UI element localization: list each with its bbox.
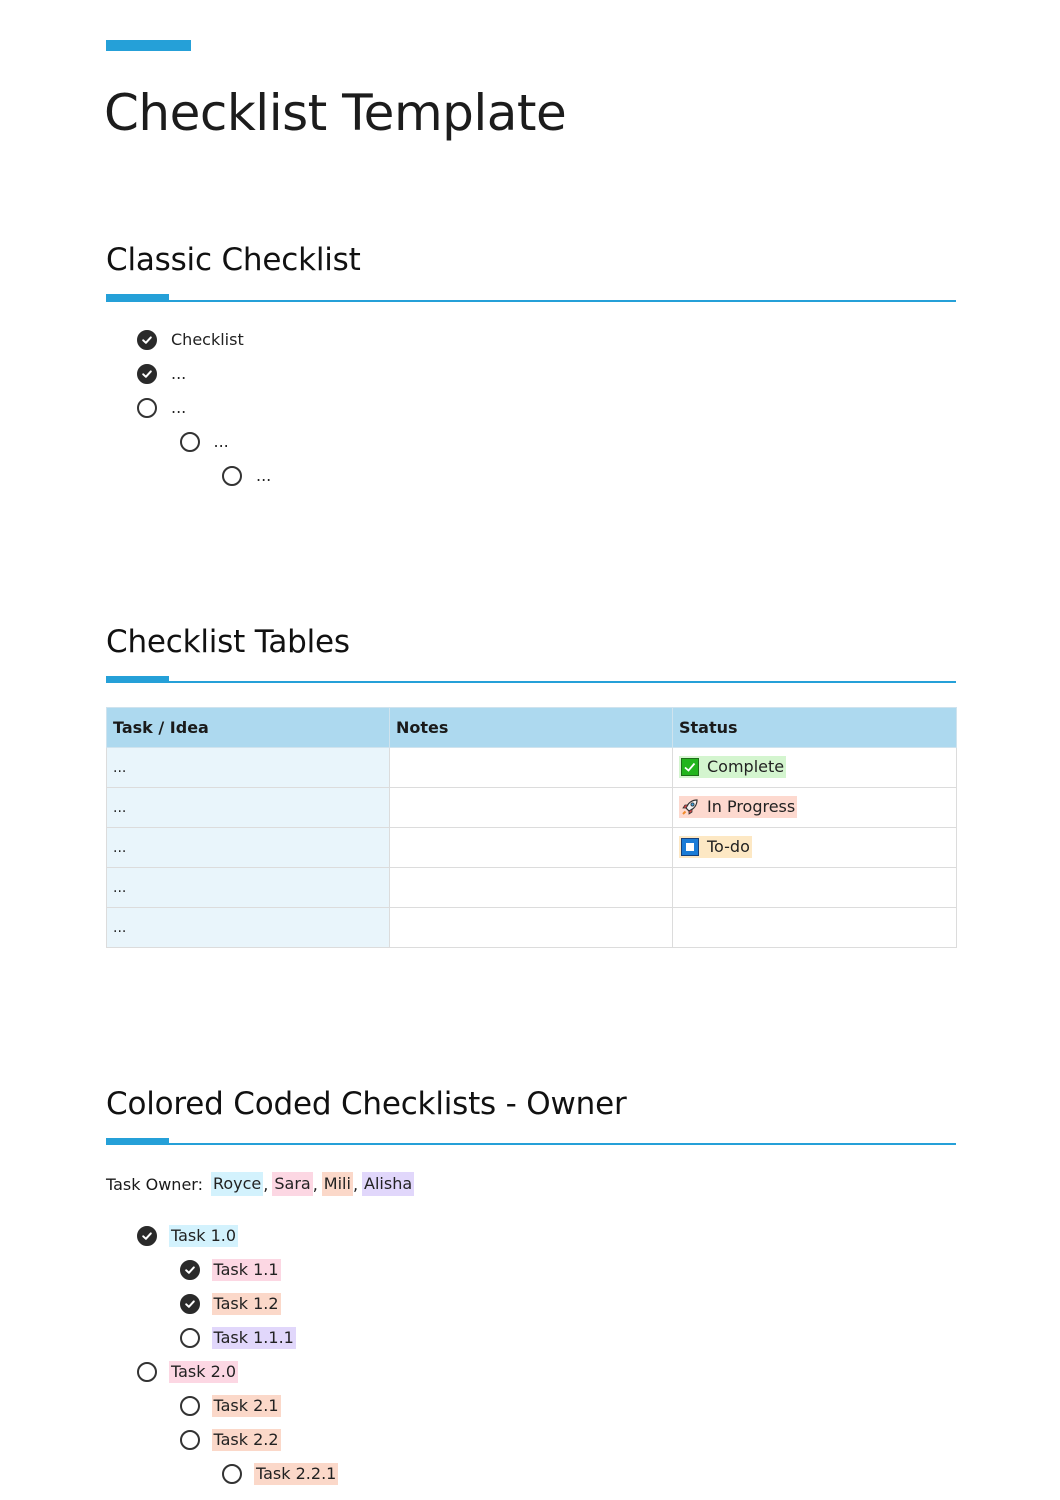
checked-circle-icon[interactable] — [179, 1260, 200, 1280]
checklist-item-label[interactable]: Task 2.2.1 — [254, 1463, 339, 1485]
section-heading: Classic Checklist — [106, 242, 361, 278]
status-cell[interactable]: In Progress — [672, 787, 957, 828]
section-checklist-tables: Checklist Tables — [106, 624, 956, 683]
status-badge: Complete — [679, 755, 787, 778]
checklist-item: Task 1.2 — [179, 1292, 281, 1316]
checklist-item: ... — [137, 396, 188, 420]
checklist-item: Task 1.1 — [179, 1258, 281, 1282]
section-heading: Checklist Tables — [106, 624, 350, 660]
page-title: Checklist Template — [104, 84, 567, 142]
checklist-item: ... — [137, 362, 188, 386]
status-cell[interactable] — [672, 907, 957, 948]
heading-divider — [106, 681, 956, 683]
checklist-item: Checklist — [137, 328, 246, 352]
checklist-item-label[interactable]: Task 2.2 — [211, 1429, 281, 1451]
task-cell[interactable]: ... — [106, 867, 390, 908]
unchecked-circle-icon[interactable] — [137, 1362, 157, 1382]
task-owner-label: Task Owner: — [106, 1174, 203, 1194]
owner-chip-royce: Royce — [210, 1172, 264, 1196]
table-row: ... To-do — [106, 827, 957, 868]
status-cell[interactable]: Complete — [672, 747, 957, 788]
rocket-icon — [681, 798, 699, 816]
checked-circle-icon[interactable] — [137, 364, 157, 384]
notes-cell[interactable] — [389, 787, 673, 828]
checklist-item-label[interactable]: Task 2.0 — [169, 1361, 239, 1383]
checklist-item: Task 2.1 — [179, 1394, 281, 1418]
status-cell[interactable] — [672, 867, 957, 908]
checklist-item: Task 2.2 — [179, 1428, 281, 1452]
stop-square-icon — [681, 837, 699, 856]
status-badge: To-do — [679, 835, 752, 858]
status-text: In Progress — [707, 796, 796, 816]
notes-cell[interactable] — [389, 867, 673, 908]
title-accent-bar — [106, 40, 191, 51]
checklist-item-label[interactable]: Task 2.1 — [211, 1395, 281, 1417]
heading-divider — [106, 1143, 956, 1145]
separator: , — [352, 1174, 359, 1194]
checklist-item-label[interactable]: Checklist — [169, 329, 246, 351]
checklist-item-label[interactable]: Task 1.2 — [211, 1293, 281, 1315]
checklist-item: ... — [222, 464, 273, 488]
notes-cell[interactable] — [389, 747, 673, 788]
checklist-item-label[interactable]: ... — [169, 397, 188, 419]
checklist-item-label[interactable]: ... — [254, 465, 273, 487]
section-color-coded-checklists: Colored Coded Checklists - Owner — [106, 1086, 956, 1145]
notes-cell[interactable] — [389, 827, 673, 868]
owner-chip-alisha: Alisha — [362, 1172, 415, 1196]
unchecked-circle-icon[interactable] — [179, 432, 200, 452]
table-row: ... Complete — [106, 747, 957, 788]
checklist-item-label[interactable]: ... — [212, 431, 231, 453]
checklist-item-label[interactable]: ... — [169, 363, 188, 385]
unchecked-circle-icon[interactable] — [222, 1464, 242, 1484]
checklist-item: ... — [179, 430, 231, 454]
status-text: Complete — [707, 756, 785, 776]
owner-chip-mili: Mili — [321, 1172, 353, 1196]
unchecked-circle-icon[interactable] — [179, 1396, 200, 1416]
separator: , — [263, 1174, 269, 1194]
section-classic-checklist: Classic Checklist — [106, 242, 956, 302]
column-header-notes[interactable]: Notes — [389, 707, 673, 748]
task-cell[interactable]: ... — [106, 787, 390, 828]
checklist-item: Task 2.2.1 — [222, 1462, 339, 1486]
status-cell[interactable]: To-do — [672, 827, 957, 868]
owner-chip-sara: Sara — [272, 1172, 313, 1196]
table-row: ... — [106, 907, 957, 948]
task-cell[interactable]: ... — [106, 907, 390, 948]
task-cell[interactable]: ... — [106, 747, 390, 788]
checklist-item: Task 1.1.1 — [179, 1326, 296, 1350]
separator: , — [312, 1174, 318, 1194]
checklist-item: Task 1.0 — [137, 1224, 239, 1248]
checked-circle-icon[interactable] — [137, 1226, 157, 1246]
task-cell[interactable]: ... — [106, 827, 390, 868]
checklist-item: Task 2.0 — [137, 1360, 239, 1384]
unchecked-circle-icon[interactable] — [179, 1328, 200, 1348]
notes-cell[interactable] — [389, 907, 673, 948]
column-header-task[interactable]: Task / Idea — [106, 707, 390, 748]
unchecked-circle-icon[interactable] — [179, 1430, 200, 1450]
status-text: To-do — [707, 836, 750, 856]
column-header-status[interactable]: Status — [672, 707, 957, 748]
table-row: ... — [106, 867, 957, 908]
checklist-item-label[interactable]: Task 1.0 — [169, 1225, 239, 1247]
table-header-row: Task / Idea Notes Status — [106, 707, 957, 748]
unchecked-circle-icon[interactable] — [137, 398, 157, 418]
unchecked-circle-icon[interactable] — [222, 466, 242, 486]
checklist-item-label[interactable]: Task 1.1 — [211, 1259, 281, 1281]
heading-divider — [106, 300, 956, 302]
checked-circle-icon[interactable] — [137, 330, 157, 350]
section-heading: Colored Coded Checklists - Owner — [106, 1086, 627, 1122]
checklist-item-label[interactable]: Task 1.1.1 — [211, 1327, 296, 1349]
checklist-table: Task / Idea Notes Status ... Complete... I… — [106, 707, 957, 948]
check-box-icon — [681, 757, 699, 776]
table-row: ... In Progress — [106, 787, 957, 828]
checked-circle-icon[interactable] — [179, 1294, 200, 1314]
task-owner-legend: Task Owner: Royce, Sara, Mili, Alisha — [106, 1172, 415, 1196]
status-badge: In Progress — [679, 795, 798, 818]
